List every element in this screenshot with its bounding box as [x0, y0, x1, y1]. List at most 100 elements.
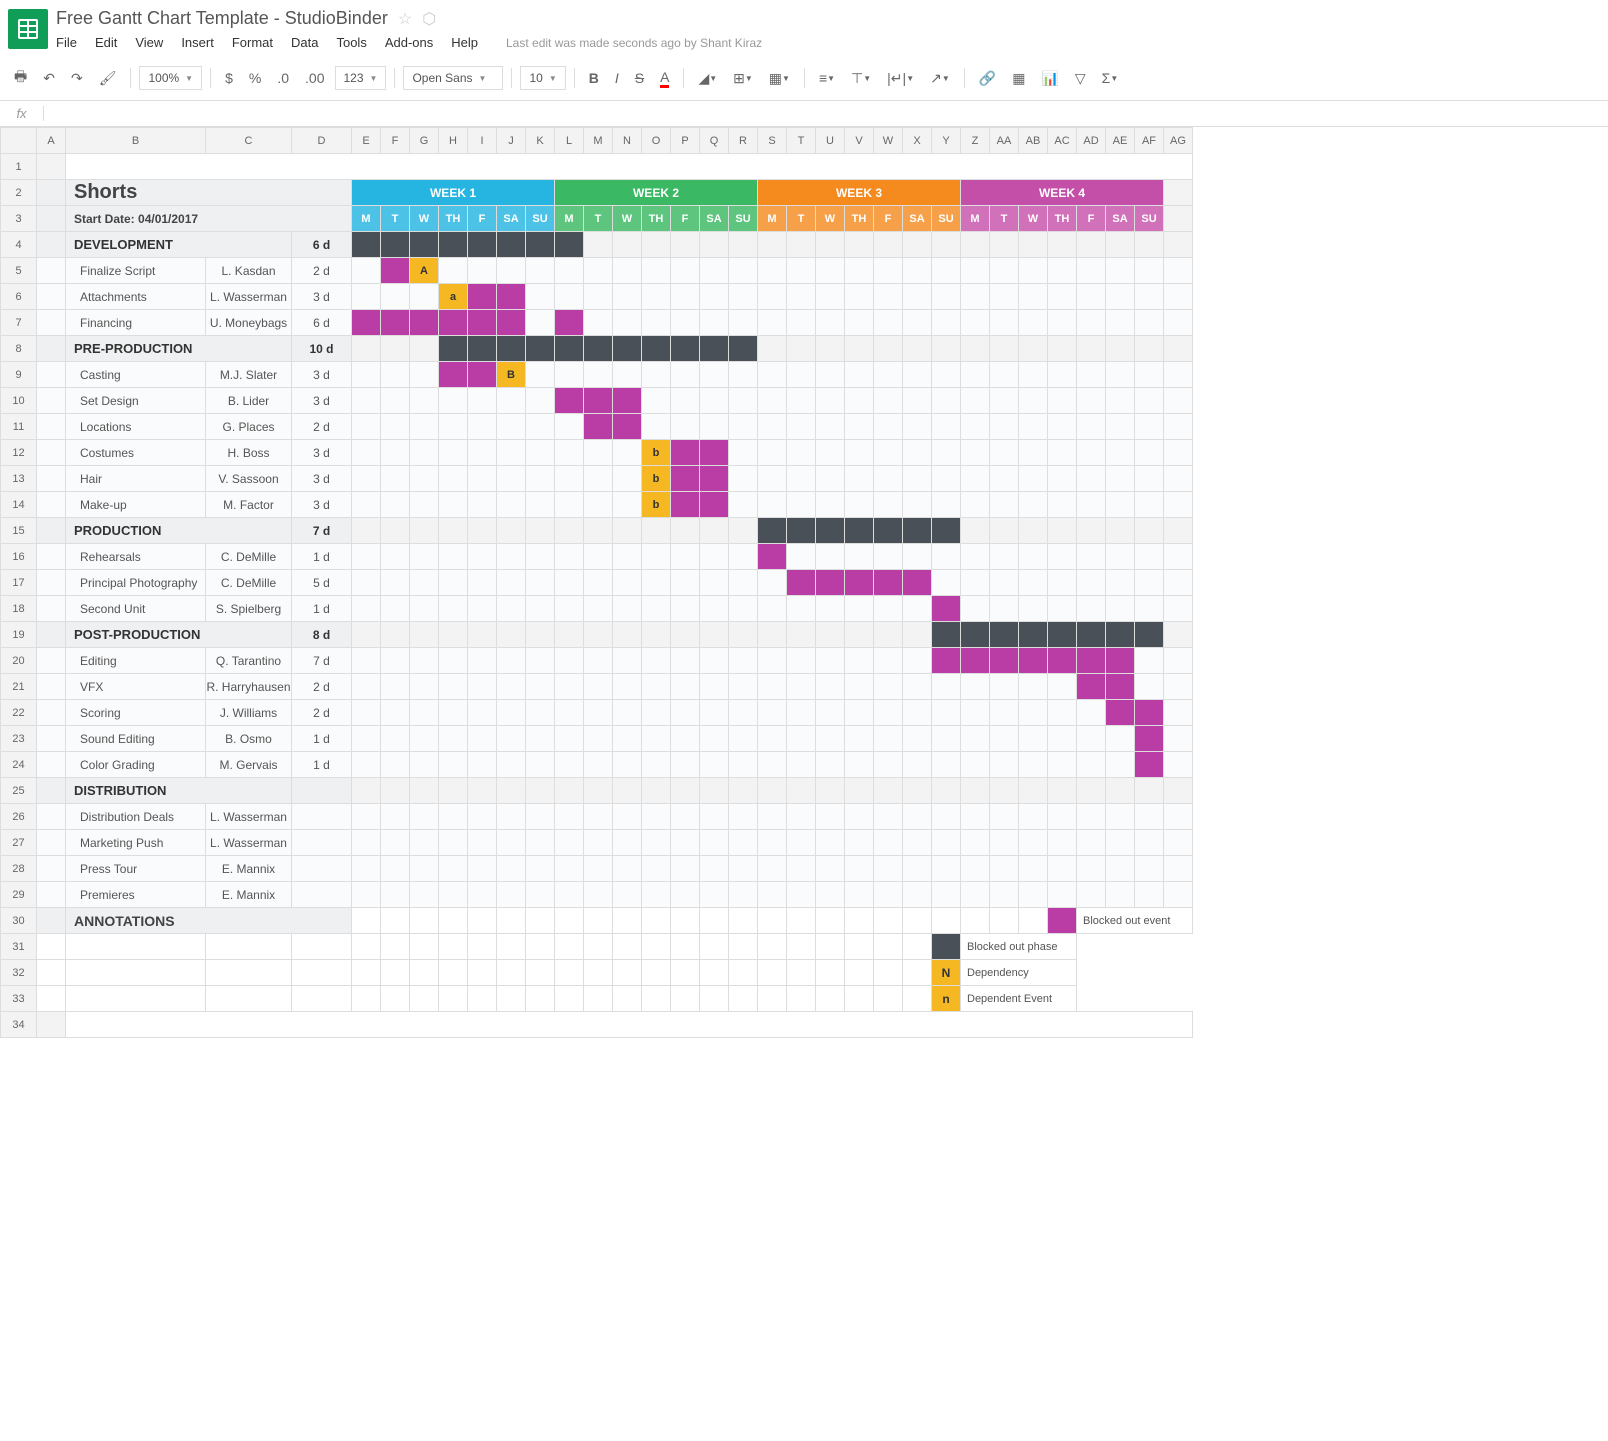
- gantt-cell[interactable]: [903, 752, 932, 778]
- gantt-cell[interactable]: [642, 544, 671, 570]
- gantt-cell[interactable]: [497, 388, 526, 414]
- gantt-cell[interactable]: [729, 232, 758, 258]
- gantt-cell[interactable]: [1048, 596, 1077, 622]
- gantt-cell[interactable]: [1077, 752, 1106, 778]
- gantt-cell[interactable]: [1135, 284, 1164, 310]
- gantt-cell[interactable]: [1077, 596, 1106, 622]
- gantt-cell[interactable]: [700, 388, 729, 414]
- gantt-cell[interactable]: [729, 544, 758, 570]
- gantt-cell[interactable]: [845, 414, 874, 440]
- gantt-cell[interactable]: [729, 856, 758, 882]
- gantt-cell[interactable]: [352, 258, 381, 284]
- gantt-cell[interactable]: [932, 778, 961, 804]
- gantt-cell[interactable]: [903, 440, 932, 466]
- gantt-cell[interactable]: [758, 752, 787, 778]
- gantt-cell[interactable]: [381, 882, 410, 908]
- gantt-cell[interactable]: [526, 882, 555, 908]
- gantt-cell[interactable]: [729, 830, 758, 856]
- gantt-cell[interactable]: [816, 596, 845, 622]
- gantt-cell[interactable]: [961, 778, 990, 804]
- gantt-cell[interactable]: [816, 492, 845, 518]
- gantt-cell[interactable]: [439, 232, 468, 258]
- menu-format[interactable]: Format: [232, 35, 273, 50]
- wrap-icon[interactable]: |↵|▼: [881, 66, 920, 91]
- rotate-icon[interactable]: ↗▼: [924, 66, 956, 91]
- gantt-cell[interactable]: [671, 310, 700, 336]
- gantt-cell[interactable]: [874, 232, 903, 258]
- gantt-cell[interactable]: [1077, 258, 1106, 284]
- gantt-cell[interactable]: [526, 388, 555, 414]
- gantt-cell[interactable]: [1135, 752, 1164, 778]
- gantt-cell[interactable]: [1106, 544, 1135, 570]
- gantt-cell[interactable]: [758, 362, 787, 388]
- gantt-cell[interactable]: [1048, 830, 1077, 856]
- gantt-cell[interactable]: [671, 830, 700, 856]
- gantt-cell[interactable]: [816, 882, 845, 908]
- gantt-cell[interactable]: [874, 284, 903, 310]
- gantt-cell[interactable]: [555, 674, 584, 700]
- gantt-cell[interactable]: [1135, 362, 1164, 388]
- gantt-cell[interactable]: [961, 466, 990, 492]
- gantt-cell[interactable]: [468, 544, 497, 570]
- gantt-cell[interactable]: [787, 856, 816, 882]
- gantt-cell[interactable]: [729, 310, 758, 336]
- gantt-cell[interactable]: [816, 804, 845, 830]
- strike-icon[interactable]: S: [629, 66, 650, 90]
- gantt-cell[interactable]: [961, 726, 990, 752]
- gantt-cell[interactable]: [700, 752, 729, 778]
- gantt-cell[interactable]: [410, 310, 439, 336]
- gantt-cell[interactable]: [787, 596, 816, 622]
- gantt-cell[interactable]: [874, 362, 903, 388]
- gantt-cell[interactable]: [845, 544, 874, 570]
- gantt-cell[interactable]: [932, 232, 961, 258]
- gantt-cell[interactable]: [1077, 648, 1106, 674]
- gantt-cell[interactable]: [961, 804, 990, 830]
- gantt-cell[interactable]: [1077, 830, 1106, 856]
- gantt-cell[interactable]: [932, 648, 961, 674]
- gantt-cell[interactable]: [410, 388, 439, 414]
- gantt-cell[interactable]: [1135, 648, 1164, 674]
- gantt-cell[interactable]: [1135, 258, 1164, 284]
- document-title[interactable]: Free Gantt Chart Template - StudioBinder: [56, 8, 388, 29]
- gantt-cell[interactable]: [874, 258, 903, 284]
- gantt-cell[interactable]: [381, 752, 410, 778]
- gantt-cell[interactable]: [990, 804, 1019, 830]
- gantt-cell[interactable]: [1106, 492, 1135, 518]
- gantt-cell[interactable]: [439, 388, 468, 414]
- currency-icon[interactable]: $: [219, 66, 239, 90]
- link-icon[interactable]: 🔗: [973, 66, 1002, 91]
- gantt-cell[interactable]: [439, 544, 468, 570]
- gantt-cell[interactable]: [555, 336, 584, 362]
- gantt-cell[interactable]: [497, 310, 526, 336]
- gantt-cell[interactable]: [642, 778, 671, 804]
- gantt-cell[interactable]: [671, 440, 700, 466]
- gantt-cell[interactable]: [410, 700, 439, 726]
- gantt-cell[interactable]: [874, 856, 903, 882]
- gantt-cell[interactable]: [903, 388, 932, 414]
- menu-data[interactable]: Data: [291, 35, 318, 50]
- gantt-cell[interactable]: [381, 648, 410, 674]
- gantt-cell[interactable]: [758, 778, 787, 804]
- gantt-cell[interactable]: [410, 778, 439, 804]
- gantt-cell[interactable]: [555, 856, 584, 882]
- gantt-cell[interactable]: [671, 882, 700, 908]
- gantt-cell[interactable]: [468, 492, 497, 518]
- gantt-cell[interactable]: [555, 700, 584, 726]
- gantt-cell[interactable]: [671, 622, 700, 648]
- gantt-cell[interactable]: [990, 700, 1019, 726]
- gantt-cell[interactable]: [903, 674, 932, 700]
- gantt-cell[interactable]: [642, 830, 671, 856]
- gantt-cell[interactable]: [497, 570, 526, 596]
- gantt-cell[interactable]: [642, 258, 671, 284]
- gantt-cell[interactable]: [700, 518, 729, 544]
- gantt-cell[interactable]: [1048, 726, 1077, 752]
- gantt-cell[interactable]: [555, 310, 584, 336]
- gantt-cell[interactable]: [932, 804, 961, 830]
- gantt-cell[interactable]: [439, 856, 468, 882]
- gantt-cell[interactable]: [816, 336, 845, 362]
- gantt-cell[interactable]: [468, 258, 497, 284]
- gantt-cell[interactable]: [352, 700, 381, 726]
- gantt-cell[interactable]: [613, 336, 642, 362]
- gantt-cell[interactable]: [1019, 388, 1048, 414]
- gantt-cell[interactable]: [932, 882, 961, 908]
